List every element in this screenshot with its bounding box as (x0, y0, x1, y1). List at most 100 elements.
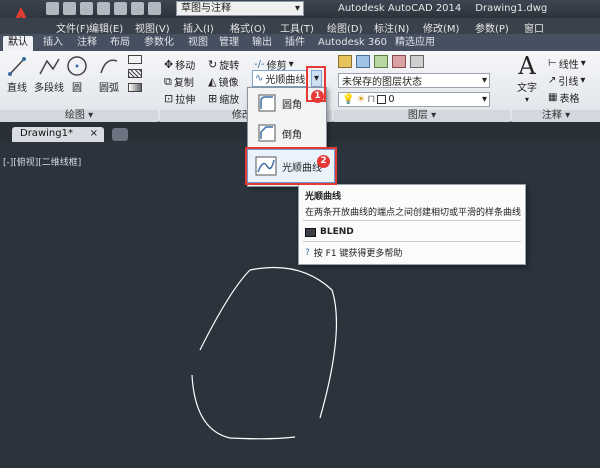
color-swatch (377, 95, 387, 104)
text-button[interactable]: A 文字 ▾ (517, 54, 537, 104)
table-button[interactable]: ▦ 表格 (548, 90, 579, 105)
scale-button[interactable]: ⊞ 缩放 (208, 91, 239, 106)
copy-button[interactable]: ⧉ 复制 (164, 74, 194, 90)
tab-parametric[interactable]: 参数化 (144, 36, 174, 51)
layer-freeze-icon[interactable] (392, 55, 406, 68)
arc-label: 圆弧 (99, 83, 119, 94)
rectangle-icon[interactable] (128, 55, 142, 64)
open-icon[interactable] (63, 2, 76, 15)
tooltip-divider-2 (303, 241, 521, 242)
close-icon[interactable]: × (90, 127, 98, 141)
spline-curve[interactable] (199, 266, 338, 419)
layer-state-label: 未保存的图层状态 (342, 77, 422, 88)
leader-button[interactable]: ↗ 引线 ▾ (548, 73, 585, 88)
menu-format[interactable]: 格式(O) (230, 20, 266, 35)
polyline-button[interactable]: 多段线 (32, 55, 66, 94)
menu-parametric[interactable]: 参数(P) (475, 20, 509, 35)
help-icon: ? (305, 247, 310, 258)
menu-tools[interactable]: 工具(T) (280, 20, 314, 35)
annotation-panel-label: 注释 (541, 110, 562, 121)
chevron-down-icon: ▾ (481, 94, 487, 105)
tab-insert[interactable]: 插入 (43, 36, 63, 51)
tab-layout[interactable]: 布局 (110, 36, 130, 51)
move-button[interactable]: ✥ 移动 (164, 57, 195, 72)
chevron-down-icon: ▾ (294, 3, 300, 14)
move-icon: ✥ (164, 58, 174, 71)
fillet-item[interactable]: 圆角 (258, 94, 302, 112)
new-icon[interactable] (46, 2, 59, 15)
text-icon: A (518, 52, 536, 80)
layer-state-dropdown[interactable]: 未保存的图层状态 ▾ (338, 73, 490, 88)
menu-edit[interactable]: 编辑(E) (89, 20, 123, 35)
chamfer-icon (258, 124, 276, 142)
tab-addins[interactable]: 插件 (285, 36, 305, 51)
blend-split-button[interactable]: ∿ 光顺曲线 (252, 70, 309, 87)
tab-output[interactable]: 输出 (252, 36, 272, 51)
polyline-icon (39, 58, 60, 75)
menu-dimension[interactable]: 标注(N) (374, 20, 409, 35)
layer-off-icon[interactable] (374, 55, 388, 68)
rotate-label: 旋转 (219, 61, 240, 72)
menu-view[interactable]: 视图(V) (135, 20, 170, 35)
line-label: 直线 (7, 83, 27, 94)
layer-dropdown[interactable]: 💡 ☀ ⊓ 0 ▾ (338, 92, 490, 107)
menu-window[interactable]: 窗口 (524, 20, 544, 35)
app-name: Autodesk AutoCAD 2014 (338, 3, 462, 14)
draw-panel-label: 绘图 (64, 110, 85, 121)
arc-icon (100, 59, 118, 74)
gradient-icon[interactable] (128, 83, 142, 92)
linear-dim-button[interactable]: ⊢ 线性 ▾ (548, 56, 586, 71)
rotate-button[interactable]: ↻ 旋转 (208, 57, 239, 72)
stretch-button[interactable]: ⊡ 拉伸 (164, 91, 195, 106)
new-tab-icon[interactable] (112, 128, 128, 141)
menu-file[interactable]: 文件(F) (56, 20, 90, 35)
layer-properties-icon[interactable] (338, 55, 352, 68)
tooltip-description: 在两条开放曲线的端点之间创建相切或平滑的样条曲线 (305, 208, 522, 218)
draw-panel-title[interactable]: 绘图 ▾ (0, 110, 158, 122)
tab-annotate[interactable]: 注释 (77, 36, 97, 51)
menu-draw[interactable]: 绘图(D) (327, 20, 363, 35)
arc-button[interactable]: 圆弧 (96, 55, 122, 94)
chamfer-item[interactable]: 倒角 (258, 124, 302, 142)
saveas-icon[interactable] (97, 2, 110, 15)
mirror-button[interactable]: ◭ 镜像 (208, 74, 238, 89)
leader-label: 引线 (558, 77, 579, 88)
copy-icon: ⧉ (164, 74, 172, 88)
tab-home[interactable]: 默认 (3, 36, 33, 51)
polyline-label: 多段线 (34, 83, 64, 94)
command-icon (305, 227, 316, 237)
print-icon[interactable] (114, 2, 127, 15)
layer-tools-row (338, 55, 424, 68)
tab-manage[interactable]: 管理 (219, 36, 239, 51)
spline-curve-2[interactable] (191, 374, 296, 440)
current-layer-label: 0 (388, 94, 395, 105)
workspace-selector[interactable]: 草图与注释 ▾ (176, 1, 304, 16)
circle-button[interactable]: 圆 (66, 55, 88, 94)
viewport-label[interactable]: [-][俯视][二维线框] (3, 155, 81, 168)
chamfer-label: 倒角 (282, 129, 302, 141)
chevron-down-icon: ▾ (481, 75, 487, 86)
chevron-down-icon: ▾ (524, 95, 529, 104)
text-label: 文字 (517, 83, 537, 94)
line-icon (8, 57, 26, 76)
drawing-tab[interactable]: Drawing1* × (12, 127, 104, 142)
tab-featured-apps[interactable]: 精选应用 (395, 36, 435, 51)
drawing-tab-label: Drawing1* (20, 128, 73, 139)
rotate-icon: ↻ (208, 58, 218, 71)
redo-icon[interactable] (148, 2, 161, 15)
annotation-panel-title[interactable]: 注释 ▾ (512, 110, 600, 122)
layers-panel-title[interactable]: 图层 ▾ (334, 110, 510, 122)
menu-insert[interactable]: 插入(I) (183, 20, 214, 35)
layer-lock-icon[interactable] (410, 55, 424, 68)
sun-icon: ☀ (356, 94, 366, 105)
tab-autodesk-360[interactable]: Autodesk 360 (318, 36, 387, 51)
line-button[interactable]: 直线 (6, 55, 28, 94)
layer-state-icon[interactable] (356, 55, 370, 68)
menu-modify[interactable]: 修改(M) (423, 20, 459, 35)
chevron-down-icon: ▾ (580, 75, 586, 86)
save-icon[interactable] (80, 2, 93, 15)
undo-icon[interactable] (131, 2, 144, 15)
tab-view[interactable]: 视图 (188, 36, 208, 51)
viewport-label-text: [-][俯视][二维线框] (3, 158, 82, 168)
hatch-icon[interactable] (128, 69, 142, 78)
